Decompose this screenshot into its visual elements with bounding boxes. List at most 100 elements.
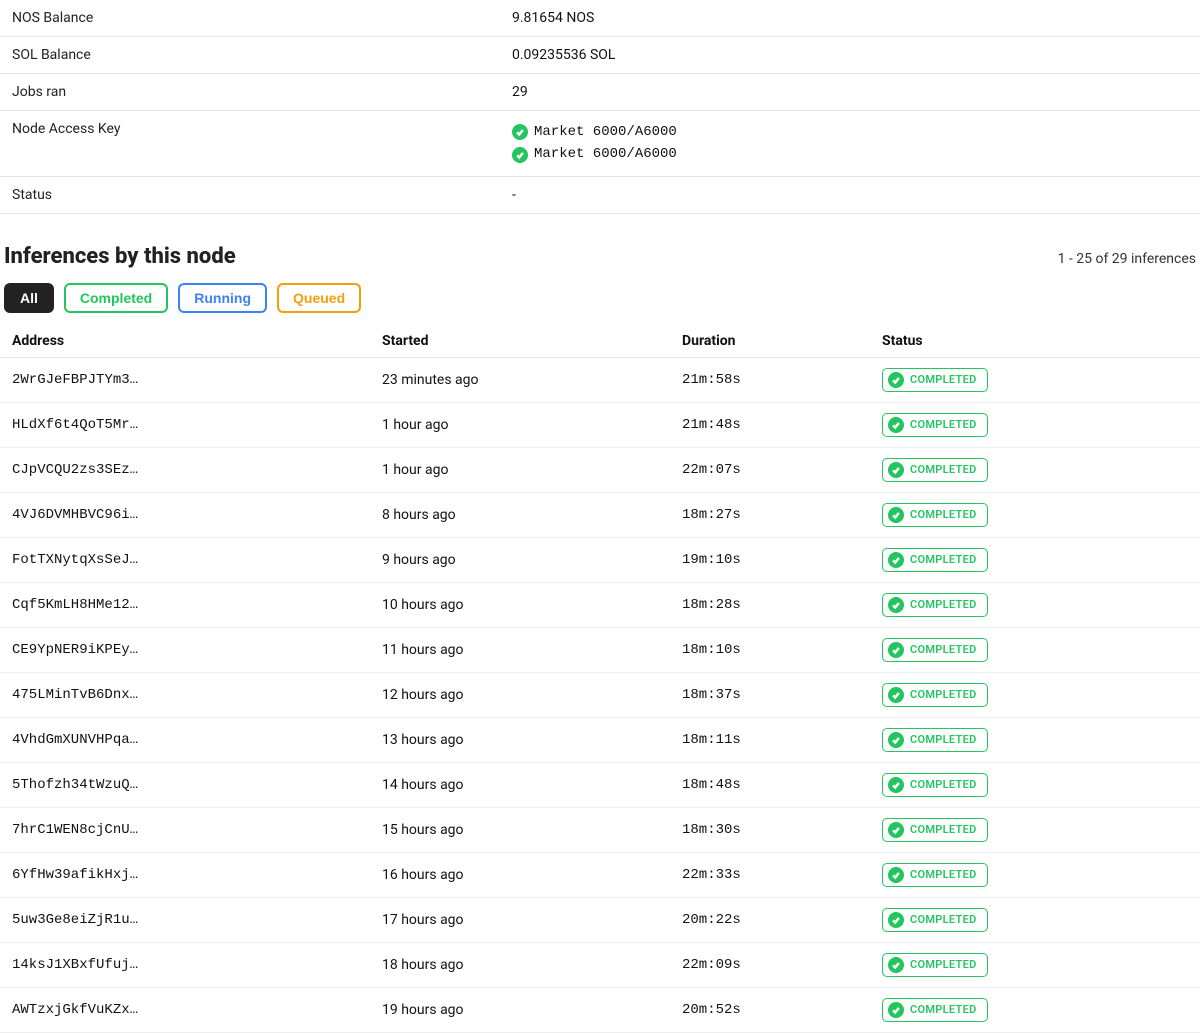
info-label: SOL Balance bbox=[0, 37, 500, 74]
table-row[interactable]: 475LMinTvB6Dnx…12 hours ago18m:37sCOMPLE… bbox=[0, 672, 1200, 717]
cell-duration: 20m:52s bbox=[670, 987, 870, 1032]
cell-status: COMPLETED bbox=[870, 987, 1200, 1032]
cell-address: 6YfHw39afikHxj… bbox=[0, 852, 370, 897]
cell-status: COMPLETED bbox=[870, 717, 1200, 762]
table-row[interactable]: HLdXf6t4QoT5Mr…1 hour ago21m:48sCOMPLETE… bbox=[0, 402, 1200, 447]
status-text: COMPLETED bbox=[910, 958, 977, 971]
status-text: COMPLETED bbox=[910, 1003, 977, 1016]
status-badge: COMPLETED bbox=[882, 593, 988, 617]
table-row[interactable]: Cqf5KmLH8HMe12…10 hours ago18m:28sCOMPLE… bbox=[0, 582, 1200, 627]
cell-duration: 21m:48s bbox=[670, 402, 870, 447]
access-key-item: Market 6000/A6000 bbox=[512, 121, 1188, 143]
table-row[interactable]: 5uw3Ge8eiZjR1u…17 hours ago20m:22s COMPLE… bbox=[0, 897, 1200, 942]
access-key-text: Market 6000/A6000 bbox=[534, 121, 677, 143]
table-row[interactable]: 2WrGJeFBPJTYm3…23 minutes ago21m:58sCOMP… bbox=[0, 357, 1200, 402]
cell-started: 17 hours ago bbox=[370, 897, 670, 942]
cell-started: 14 hours ago bbox=[370, 762, 670, 807]
node-info-table: NOS Balance9.81654 NOSSOL Balance0.09235… bbox=[0, 0, 1200, 214]
col-status: Status bbox=[870, 325, 1200, 358]
cell-address: CJpVCQU2zs3SEz… bbox=[0, 447, 370, 492]
col-started: Started bbox=[370, 325, 670, 358]
cell-address: 475LMinTvB6Dnx… bbox=[0, 672, 370, 717]
cell-duration: 18m:27s bbox=[670, 492, 870, 537]
status-badge: COMPLETED bbox=[882, 458, 988, 482]
tab-queued[interactable]: Queued bbox=[277, 283, 361, 313]
info-value: - bbox=[500, 176, 1200, 213]
tab-completed[interactable]: Completed bbox=[64, 283, 168, 313]
info-value: 9.81654 NOS bbox=[500, 0, 1200, 37]
cell-status: COMPLETED bbox=[870, 807, 1200, 852]
status-badge: COMPLETED bbox=[882, 818, 988, 842]
cell-started: 19 hours ago bbox=[370, 987, 670, 1032]
status-text: COMPLETED bbox=[910, 373, 977, 386]
cell-status: COMPLETED bbox=[870, 627, 1200, 672]
cell-duration: 22m:09s bbox=[670, 942, 870, 987]
info-value: 0.09235536 SOL bbox=[500, 37, 1200, 74]
cell-started: 11 hours ago bbox=[370, 627, 670, 672]
check-icon bbox=[888, 957, 904, 973]
status-badge: COMPLETED bbox=[882, 683, 988, 707]
table-row[interactable]: FotTXNytqXsSeJ…9 hours ago19m:10s COMPLET… bbox=[0, 537, 1200, 582]
cell-started: 9 hours ago bbox=[370, 537, 670, 582]
cell-address: Cqf5KmLH8HMe12… bbox=[0, 582, 370, 627]
status-text: COMPLETED bbox=[910, 778, 977, 791]
check-icon bbox=[888, 822, 904, 838]
table-row[interactable]: 7hrC1WEN8cjCnU…15 hours ago18m:30sCOMPLE… bbox=[0, 807, 1200, 852]
check-icon bbox=[888, 1002, 904, 1018]
table-row[interactable]: 5Thofzh34tWzuQ…14 hours ago18m:48sCOMPLE… bbox=[0, 762, 1200, 807]
table-row[interactable]: CJpVCQU2zs3SEz…1 hour ago22m:07sCOMPLETE… bbox=[0, 447, 1200, 492]
inferences-header: Inferences by this node 1 - 25 of 29 inf… bbox=[0, 214, 1200, 283]
inferences-table: Address Started Duration Status 2WrGJeFB… bbox=[0, 325, 1200, 1033]
access-key-item: Market 6000/A6000 bbox=[512, 143, 1188, 165]
cell-address: AWTzxjGkfVuKZx… bbox=[0, 987, 370, 1032]
cell-started: 12 hours ago bbox=[370, 672, 670, 717]
cell-duration: 20m:22s bbox=[670, 897, 870, 942]
table-row[interactable]: 14ksJ1XBxfUfuj…18 hours ago22m:09sCOMPLE… bbox=[0, 942, 1200, 987]
cell-address: FotTXNytqXsSeJ… bbox=[0, 537, 370, 582]
tab-all[interactable]: All bbox=[4, 283, 54, 313]
check-icon bbox=[888, 777, 904, 793]
col-address: Address bbox=[0, 325, 370, 358]
status-text: COMPLETED bbox=[910, 733, 977, 746]
table-row[interactable]: 4VJ6DVMHBVC96i…8 hours ago18m:27sCOMPLET… bbox=[0, 492, 1200, 537]
cell-address: 4VhdGmXUNVHPqa… bbox=[0, 717, 370, 762]
status-text: COMPLETED bbox=[910, 643, 977, 656]
cell-status: COMPLETED bbox=[870, 447, 1200, 492]
info-value: Market 6000/A6000Market 6000/A6000 bbox=[500, 111, 1200, 177]
table-row[interactable]: 6YfHw39afikHxj…16 hours ago22m:33sCOMPLE… bbox=[0, 852, 1200, 897]
status-badge: COMPLETED bbox=[882, 773, 988, 797]
table-row[interactable]: AWTzxjGkfVuKZx…19 hours ago20m:52s COMPLE… bbox=[0, 987, 1200, 1032]
cell-address: 5Thofzh34tWzuQ… bbox=[0, 762, 370, 807]
cell-address: 5uw3Ge8eiZjR1u… bbox=[0, 897, 370, 942]
cell-duration: 19m:10s bbox=[670, 537, 870, 582]
cell-started: 10 hours ago bbox=[370, 582, 670, 627]
cell-duration: 21m:58s bbox=[670, 357, 870, 402]
table-row[interactable]: CE9YpNER9iKPEy…11 hours ago18m:10sCOMPLE… bbox=[0, 627, 1200, 672]
filter-tabs: All Completed Running Queued bbox=[0, 283, 1200, 325]
pagination-count: 1 - 25 of 29 inferences bbox=[1058, 251, 1196, 267]
status-text: COMPLETED bbox=[910, 913, 977, 926]
check-icon bbox=[888, 417, 904, 433]
status-text: COMPLETED bbox=[910, 508, 977, 521]
info-label: Node Access Key bbox=[0, 111, 500, 177]
table-row[interactable]: 4VhdGmXUNVHPqa…13 hours ago18m:11sCOMPLE… bbox=[0, 717, 1200, 762]
status-badge: COMPLETED bbox=[882, 728, 988, 752]
status-text: COMPLETED bbox=[910, 598, 977, 611]
status-badge: COMPLETED bbox=[882, 998, 988, 1022]
info-row: SOL Balance0.09235536 SOL bbox=[0, 37, 1200, 74]
cell-status: COMPLETED bbox=[870, 537, 1200, 582]
cell-duration: 22m:33s bbox=[670, 852, 870, 897]
cell-status: COMPLETED bbox=[870, 582, 1200, 627]
status-badge: COMPLETED bbox=[882, 908, 988, 932]
cell-address: HLdXf6t4QoT5Mr… bbox=[0, 402, 370, 447]
cell-status: COMPLETED bbox=[870, 357, 1200, 402]
tab-running[interactable]: Running bbox=[178, 283, 267, 313]
cell-address: 4VJ6DVMHBVC96i… bbox=[0, 492, 370, 537]
check-icon bbox=[888, 867, 904, 883]
cell-started: 23 minutes ago bbox=[370, 357, 670, 402]
status-text: COMPLETED bbox=[910, 688, 977, 701]
cell-address: CE9YpNER9iKPEy… bbox=[0, 627, 370, 672]
status-badge: COMPLETED bbox=[882, 548, 988, 572]
info-label: NOS Balance bbox=[0, 0, 500, 37]
status-badge: COMPLETED bbox=[882, 503, 988, 527]
